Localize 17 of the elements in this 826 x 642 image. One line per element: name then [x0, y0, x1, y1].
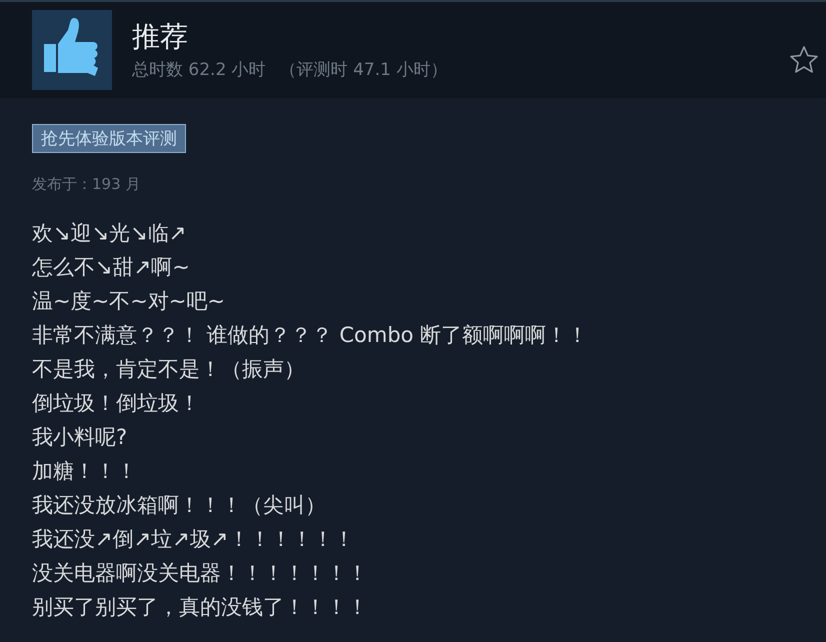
- review-title: 推荐: [132, 20, 189, 54]
- review-text-line: 不是我，肯定不是！（振声）: [32, 356, 306, 383]
- posted-date: 发布于：193 月: [32, 175, 142, 194]
- review-text-line: 加糖！！！: [32, 458, 138, 485]
- review-text-line: 我还没↗倒↗垃↗圾↗！！！！！！: [32, 526, 356, 553]
- review-text-line: 怎么不↘甜↗啊~: [32, 254, 191, 281]
- review-text-line: 非常不满意？？！ 谁做的？？？ Combo 断了额啊啊啊！！: [32, 322, 590, 349]
- review-text-line: 我还没放冰箱啊！！！（尖叫）: [32, 492, 327, 519]
- review-text-line: 别买了别买了，真的没钱了！！！！: [32, 594, 369, 621]
- review-text-line: 倒垃圾！倒垃圾！: [32, 390, 201, 417]
- total-hours: 总时数 62.2 小时: [132, 58, 266, 80]
- review-hours: （评测时 47.1 小时）: [280, 58, 448, 80]
- review-text-line: 没关电器啊没关电器！！！！！！！: [32, 560, 369, 587]
- review-text-line: 我小料呢?: [32, 424, 128, 451]
- early-access-badge: 抢先体验版本评测: [32, 124, 186, 153]
- review-text-line: 欢↘迎↘光↘临↗: [32, 220, 188, 247]
- review-text-line: 温~度~不~对~吧~: [32, 288, 226, 315]
